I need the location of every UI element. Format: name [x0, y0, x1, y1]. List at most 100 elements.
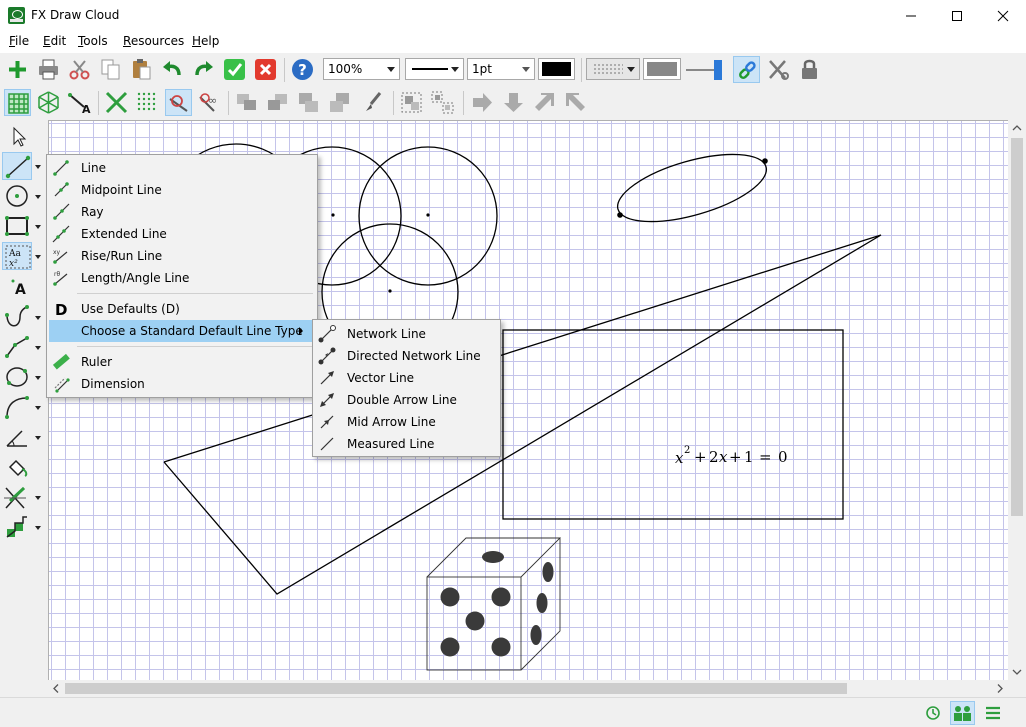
- send-backward-button[interactable]: [264, 89, 291, 116]
- group-button[interactable]: [398, 89, 425, 116]
- rectangle-tool[interactable]: [2, 212, 32, 240]
- link-toggle-button[interactable]: [733, 56, 760, 83]
- menu-item-network-line[interactable]: Network Line: [315, 323, 498, 345]
- menu-item-mid-arrow-line[interactable]: Mid Arrow Line: [315, 411, 498, 433]
- chevron-down-icon[interactable]: [35, 255, 41, 259]
- menu-edit[interactable]: Edit: [43, 34, 66, 48]
- bring-to-front-button[interactable]: [295, 89, 322, 116]
- chevron-up-icon[interactable]: [1008, 120, 1026, 136]
- menu-item-use-defaults[interactable]: D Use Defaults (D): [49, 298, 315, 320]
- label-axes-button[interactable]: A: [66, 89, 93, 116]
- cut-button[interactable]: [66, 56, 93, 83]
- history-icon[interactable]: [924, 704, 942, 722]
- quadratic-equation[interactable]: x 2 + 2 x + 1 = 0: [675, 445, 788, 467]
- lock-button[interactable]: [796, 56, 823, 83]
- undo-button[interactable]: [159, 56, 186, 83]
- menu-help[interactable]: Help: [192, 34, 219, 48]
- graph-tool[interactable]: [2, 513, 32, 541]
- chevron-down-icon[interactable]: [35, 316, 41, 320]
- bring-forward-button[interactable]: [233, 89, 260, 116]
- grid-toggle-button[interactable]: [4, 89, 31, 116]
- transparency-slider-thumb[interactable]: [714, 60, 722, 80]
- menu-item-extended-line[interactable]: Extended Line: [49, 223, 315, 245]
- dot-grid-button[interactable]: [134, 89, 161, 116]
- align-down-button[interactable]: [500, 89, 527, 116]
- chevron-down-icon[interactable]: [35, 406, 41, 410]
- close-button[interactable]: [980, 0, 1026, 31]
- menu-item-dimension[interactable]: Dimension: [49, 373, 315, 395]
- menu-file[interactable]: File: [9, 34, 29, 48]
- chevron-down-icon[interactable]: [35, 376, 41, 380]
- redo-button[interactable]: [190, 56, 217, 83]
- chevron-left-icon[interactable]: [48, 680, 64, 697]
- vertical-scrollbar[interactable]: [1008, 120, 1026, 680]
- transparency-slider-track[interactable]: [686, 69, 716, 71]
- axes-button[interactable]: [103, 89, 130, 116]
- polyline-tool[interactable]: [2, 333, 32, 361]
- line-color-swatch[interactable]: [538, 58, 575, 80]
- line-style-select[interactable]: [405, 58, 464, 80]
- align-diagonal-back-button[interactable]: [562, 89, 589, 116]
- chevron-down-icon[interactable]: [35, 346, 41, 350]
- chevron-down-icon[interactable]: [35, 526, 41, 530]
- vertical-scroll-thumb[interactable]: [1011, 138, 1023, 516]
- horizontal-scrollbar[interactable]: [48, 680, 1008, 697]
- cancel-button[interactable]: [252, 56, 279, 83]
- text-tool[interactable]: A: [2, 273, 32, 301]
- menu-item-length-angle-line[interactable]: rθ Length/Angle Line: [49, 267, 315, 289]
- menu-item-ruler[interactable]: Ruler: [49, 351, 315, 373]
- menu-item-measured-line[interactable]: Measured Line: [315, 433, 498, 455]
- circle-tool[interactable]: [2, 182, 32, 210]
- copy-button[interactable]: [97, 56, 124, 83]
- menu-item-vector-line[interactable]: Vector Line: [315, 367, 498, 389]
- line-width-select[interactable]: 1pt: [467, 58, 535, 80]
- unlink-button[interactable]: [765, 56, 792, 83]
- minimize-button[interactable]: [888, 0, 934, 31]
- format-painter-button[interactable]: [360, 89, 387, 116]
- ok-button[interactable]: [221, 56, 248, 83]
- chevron-down-icon[interactable]: [1008, 664, 1026, 680]
- arc-tool[interactable]: [2, 393, 32, 421]
- chevron-down-icon[interactable]: [35, 496, 41, 500]
- chevron-down-icon[interactable]: [35, 436, 41, 440]
- menu-item-ray[interactable]: Ray: [49, 201, 315, 223]
- menu-item-choose-default-line-type[interactable]: Choose a Standard Default Line Type: [49, 320, 315, 342]
- maximize-button[interactable]: [934, 0, 980, 31]
- fill-pattern-select[interactable]: [586, 58, 640, 80]
- menu-item-line[interactable]: Line: [49, 157, 315, 179]
- snap-infinite-button[interactable]: ∞: [196, 89, 223, 116]
- align-diagonal-button[interactable]: [531, 89, 558, 116]
- menu-item-double-arrow-line[interactable]: Double Arrow Line: [315, 389, 498, 411]
- menu-resources[interactable]: Resources: [123, 34, 184, 48]
- chevron-down-icon[interactable]: [35, 165, 41, 169]
- transform-tool[interactable]: [2, 483, 32, 511]
- snap-to-grid-button[interactable]: [165, 89, 192, 116]
- select-tool[interactable]: [2, 123, 32, 151]
- angle-tool[interactable]: [2, 423, 32, 451]
- menu-lines-icon[interactable]: [984, 704, 1002, 722]
- fill-tool[interactable]: [2, 453, 32, 481]
- send-to-back-button[interactable]: [326, 89, 353, 116]
- chevron-down-icon[interactable]: [35, 195, 41, 199]
- chevron-down-icon[interactable]: [35, 225, 41, 229]
- ellipse-shape[interactable]: [611, 141, 774, 235]
- menu-item-rise-run-line[interactable]: xy Rise/Run Line: [49, 245, 315, 267]
- menu-item-midpoint-line[interactable]: Midpoint Line: [49, 179, 315, 201]
- print-button[interactable]: [35, 56, 62, 83]
- paste-button[interactable]: [128, 56, 155, 83]
- math-text-tool[interactable]: Aa x²: [2, 242, 32, 270]
- ellipse-arc-tool[interactable]: [2, 363, 32, 391]
- menu-tools[interactable]: Tools: [78, 34, 108, 48]
- line-tool[interactable]: [2, 152, 32, 180]
- zoom-select[interactable]: 100%: [323, 58, 400, 80]
- isometric-grid-button[interactable]: [35, 89, 62, 116]
- collaboration-button[interactable]: [950, 701, 975, 725]
- chevron-right-icon[interactable]: [992, 680, 1008, 697]
- curve-tool[interactable]: [2, 303, 32, 331]
- new-button[interactable]: [4, 56, 31, 83]
- horizontal-scroll-thumb[interactable]: [65, 683, 847, 694]
- align-right-button[interactable]: [469, 89, 496, 116]
- fill-color-swatch[interactable]: [643, 58, 681, 80]
- help-button[interactable]: ?: [289, 56, 316, 83]
- ungroup-button[interactable]: [429, 89, 456, 116]
